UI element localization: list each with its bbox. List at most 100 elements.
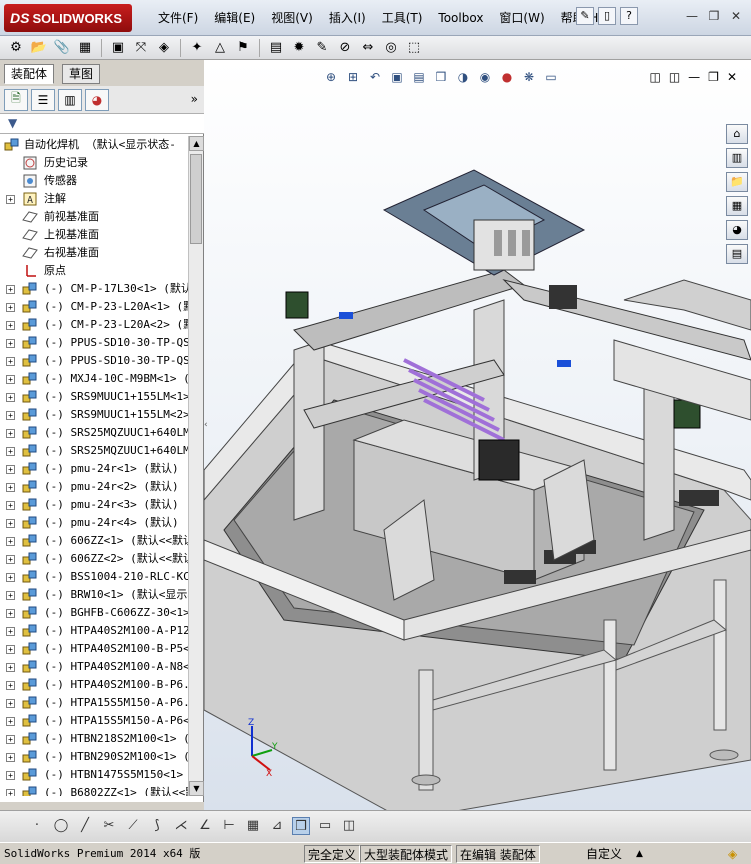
tree-folder-item[interactable]: 上视基准面: [0, 226, 188, 244]
tree-component-item[interactable]: + (-) CM-P-23-L20A<2> (默认: [0, 316, 188, 334]
tree-component-item[interactable]: + (-) CM-P-23-L20A<1> (默认: [0, 298, 188, 316]
dimension-icon[interactable]: ⊢: [220, 817, 238, 835]
tree-folder-item[interactable]: 前视基准面: [0, 208, 188, 226]
tab-assembly[interactable]: 装配体: [4, 64, 55, 84]
expand-icon[interactable]: +: [6, 303, 15, 312]
menu-file[interactable]: 文件(F): [150, 9, 206, 27]
tree-component-item[interactable]: + (-) SRS9MUUC1+155LM<1> (: [0, 388, 188, 406]
tree-filter-bar[interactable]: ▼: [0, 114, 204, 134]
clearance-verification-icon[interactable]: ⇔: [358, 38, 378, 58]
grid-icon[interactable]: ▦: [244, 817, 262, 835]
feature-manager-icon[interactable]: 🗎: [4, 88, 28, 111]
expand-icon[interactable]: +: [6, 447, 15, 456]
viewport-minimize-icon[interactable]: —: [688, 70, 700, 84]
tree-component-item[interactable]: + (-) pmu-24r<1> (默认): [0, 460, 188, 478]
tree-component-item[interactable]: + (-) B6802ZZ<1> (默认<<默: [0, 784, 188, 796]
expand-icon[interactable]: +: [6, 609, 15, 618]
tree-component-item[interactable]: + (-) CM-P-17L30<1> (默认<: [0, 280, 188, 298]
angle-icon[interactable]: ∠: [196, 817, 214, 835]
point-icon[interactable]: ·: [28, 817, 46, 835]
expand-icon[interactable]: +: [6, 735, 15, 744]
exploded-view-icon[interactable]: ✹: [289, 38, 309, 58]
viewport-close-icon[interactable]: ✕: [727, 70, 737, 84]
menu-edit[interactable]: 编辑(E): [206, 9, 263, 27]
apply-scene-icon[interactable]: ❋: [520, 68, 538, 86]
display-style-icon[interactable]: ◑: [454, 68, 472, 86]
insert-component-icon[interactable]: 📂: [29, 38, 49, 58]
solidworks-resources-icon[interactable]: ⌂: [726, 124, 748, 144]
expand-icon[interactable]: +: [6, 789, 15, 796]
instant3d-icon[interactable]: ⬚: [404, 38, 424, 58]
tree-component-item[interactable]: + (-) pmu-24r<4> (默认): [0, 514, 188, 532]
status-custom-units[interactable]: 自定义: [586, 845, 622, 863]
dynamic-annotation-icon[interactable]: ▤: [410, 68, 428, 86]
previous-view-icon[interactable]: ↶: [366, 68, 384, 86]
shaded-view-icon[interactable]: ❒: [292, 817, 310, 835]
design-library-icon[interactable]: ▥: [726, 148, 748, 168]
offset-icon[interactable]: ⟆: [148, 817, 166, 835]
mirror-icon[interactable]: ⋌: [172, 817, 190, 835]
expand-icon[interactable]: +: [6, 375, 15, 384]
tree-component-item[interactable]: + (-) SRS25MQZUUC1+640LM<1: [0, 424, 188, 442]
expand-icon[interactable]: +: [6, 573, 15, 582]
mate-icon[interactable]: 📎: [52, 38, 72, 58]
tree-folder-item[interactable]: + A 注解: [0, 190, 188, 208]
minimize-icon[interactable]: —: [683, 8, 701, 24]
scroll-up-arrow-icon[interactable]: ▲: [189, 136, 204, 151]
restore-icon[interactable]: ❐: [705, 8, 723, 24]
tree-component-item[interactable]: + (-) SRS9MUUC1+155LM<2> (: [0, 406, 188, 424]
tree-component-item[interactable]: + (-) BGHFB-C606ZZ-30<1> (: [0, 604, 188, 622]
expand-icon[interactable]: +: [6, 501, 15, 510]
component-pattern-icon[interactable]: ▦: [75, 38, 95, 58]
tree-component-item[interactable]: + (-) pmu-24r<3> (默认): [0, 496, 188, 514]
expand-icon[interactable]: +: [6, 411, 15, 420]
circle-icon[interactable]: ◯: [52, 817, 70, 835]
explode-line-sketch-icon[interactable]: ✎: [312, 38, 332, 58]
new-motion-study-icon[interactable]: ⚑: [233, 38, 253, 58]
more-tabs-icon[interactable]: »: [191, 92, 198, 106]
panel-collapse-handle-icon[interactable]: ‹: [204, 420, 210, 450]
custom-properties-icon[interactable]: ▤: [726, 244, 748, 264]
property-manager-icon[interactable]: ☰: [31, 88, 55, 111]
expand-icon[interactable]: +: [6, 771, 15, 780]
tree-folder-item[interactable]: 原点: [0, 262, 188, 280]
tree-component-item[interactable]: + (-) BSS1004-210-RLC-KC14: [0, 568, 188, 586]
single-view-icon[interactable]: ▭: [316, 817, 334, 835]
tree-component-item[interactable]: + (-) 606ZZ<2> (默认<<默认: [0, 550, 188, 568]
two-view-icon[interactable]: ◫: [340, 817, 358, 835]
expand-icon[interactable]: +: [6, 321, 15, 330]
expand-icon[interactable]: +: [6, 627, 15, 636]
help-icon[interactable]: ?: [620, 7, 638, 25]
view-orientation-icon[interactable]: ❒: [432, 68, 450, 86]
expand-icon[interactable]: +: [6, 537, 15, 546]
assembly-features-icon[interactable]: ✦: [187, 38, 207, 58]
tree-root-assembly[interactable]: 自动化焊机 （默认<显示状态-: [0, 136, 188, 154]
section-view-icon[interactable]: ▣: [388, 68, 406, 86]
tree-component-item[interactable]: + (-) 606ZZ<1> (默认<<默认: [0, 532, 188, 550]
bill-of-materials-icon[interactable]: ▤: [266, 38, 286, 58]
edit-component-icon[interactable]: ⚙: [6, 38, 26, 58]
tree-component-item[interactable]: + (-) PPUS-SD10-30-TP-QS<2: [0, 352, 188, 370]
expand-icon[interactable]: +: [6, 753, 15, 762]
menu-tools[interactable]: 工具(T): [374, 9, 431, 27]
rebuild-tag-icon[interactable]: ◈: [728, 845, 737, 863]
tree-folder-item[interactable]: 右视基准面: [0, 244, 188, 262]
assembly-model-3d[interactable]: [204, 60, 751, 810]
new-document-icon[interactable]: ▯: [598, 7, 616, 25]
units-dropdown-icon[interactable]: ▲: [636, 845, 643, 863]
graphics-area[interactable]: ⊕ ⊞ ↶ ▣ ▤ ❒ ◑ ◉ ● ❋ ▭ ◫ ◫ — ❐ ✕ ⌂ ▥ 📁 ▦ …: [204, 60, 751, 810]
hide-show-items-icon[interactable]: ◉: [476, 68, 494, 86]
menu-insert[interactable]: 插入(I): [321, 9, 374, 27]
viewport-split2-icon[interactable]: ◫: [669, 70, 680, 84]
expand-icon[interactable]: +: [6, 555, 15, 564]
expand-icon[interactable]: +: [6, 483, 15, 492]
measure-icon[interactable]: ⊿: [268, 817, 286, 835]
tree-component-item[interactable]: + (-) HTPA15S5M150-A-P6<1>: [0, 712, 188, 730]
interference-detection-icon[interactable]: ⊘: [335, 38, 355, 58]
scroll-down-arrow-icon[interactable]: ▼: [189, 781, 204, 796]
expand-icon[interactable]: +: [6, 285, 15, 294]
tree-component-item[interactable]: + (-) HTPA40S2M100-B-P5<1>: [0, 640, 188, 658]
tree-component-item[interactable]: + (-) BRW10<1> (默认<显示状: [0, 586, 188, 604]
zoom-to-area-icon[interactable]: ⊞: [344, 68, 362, 86]
move-component-icon[interactable]: ⤧: [131, 38, 151, 58]
